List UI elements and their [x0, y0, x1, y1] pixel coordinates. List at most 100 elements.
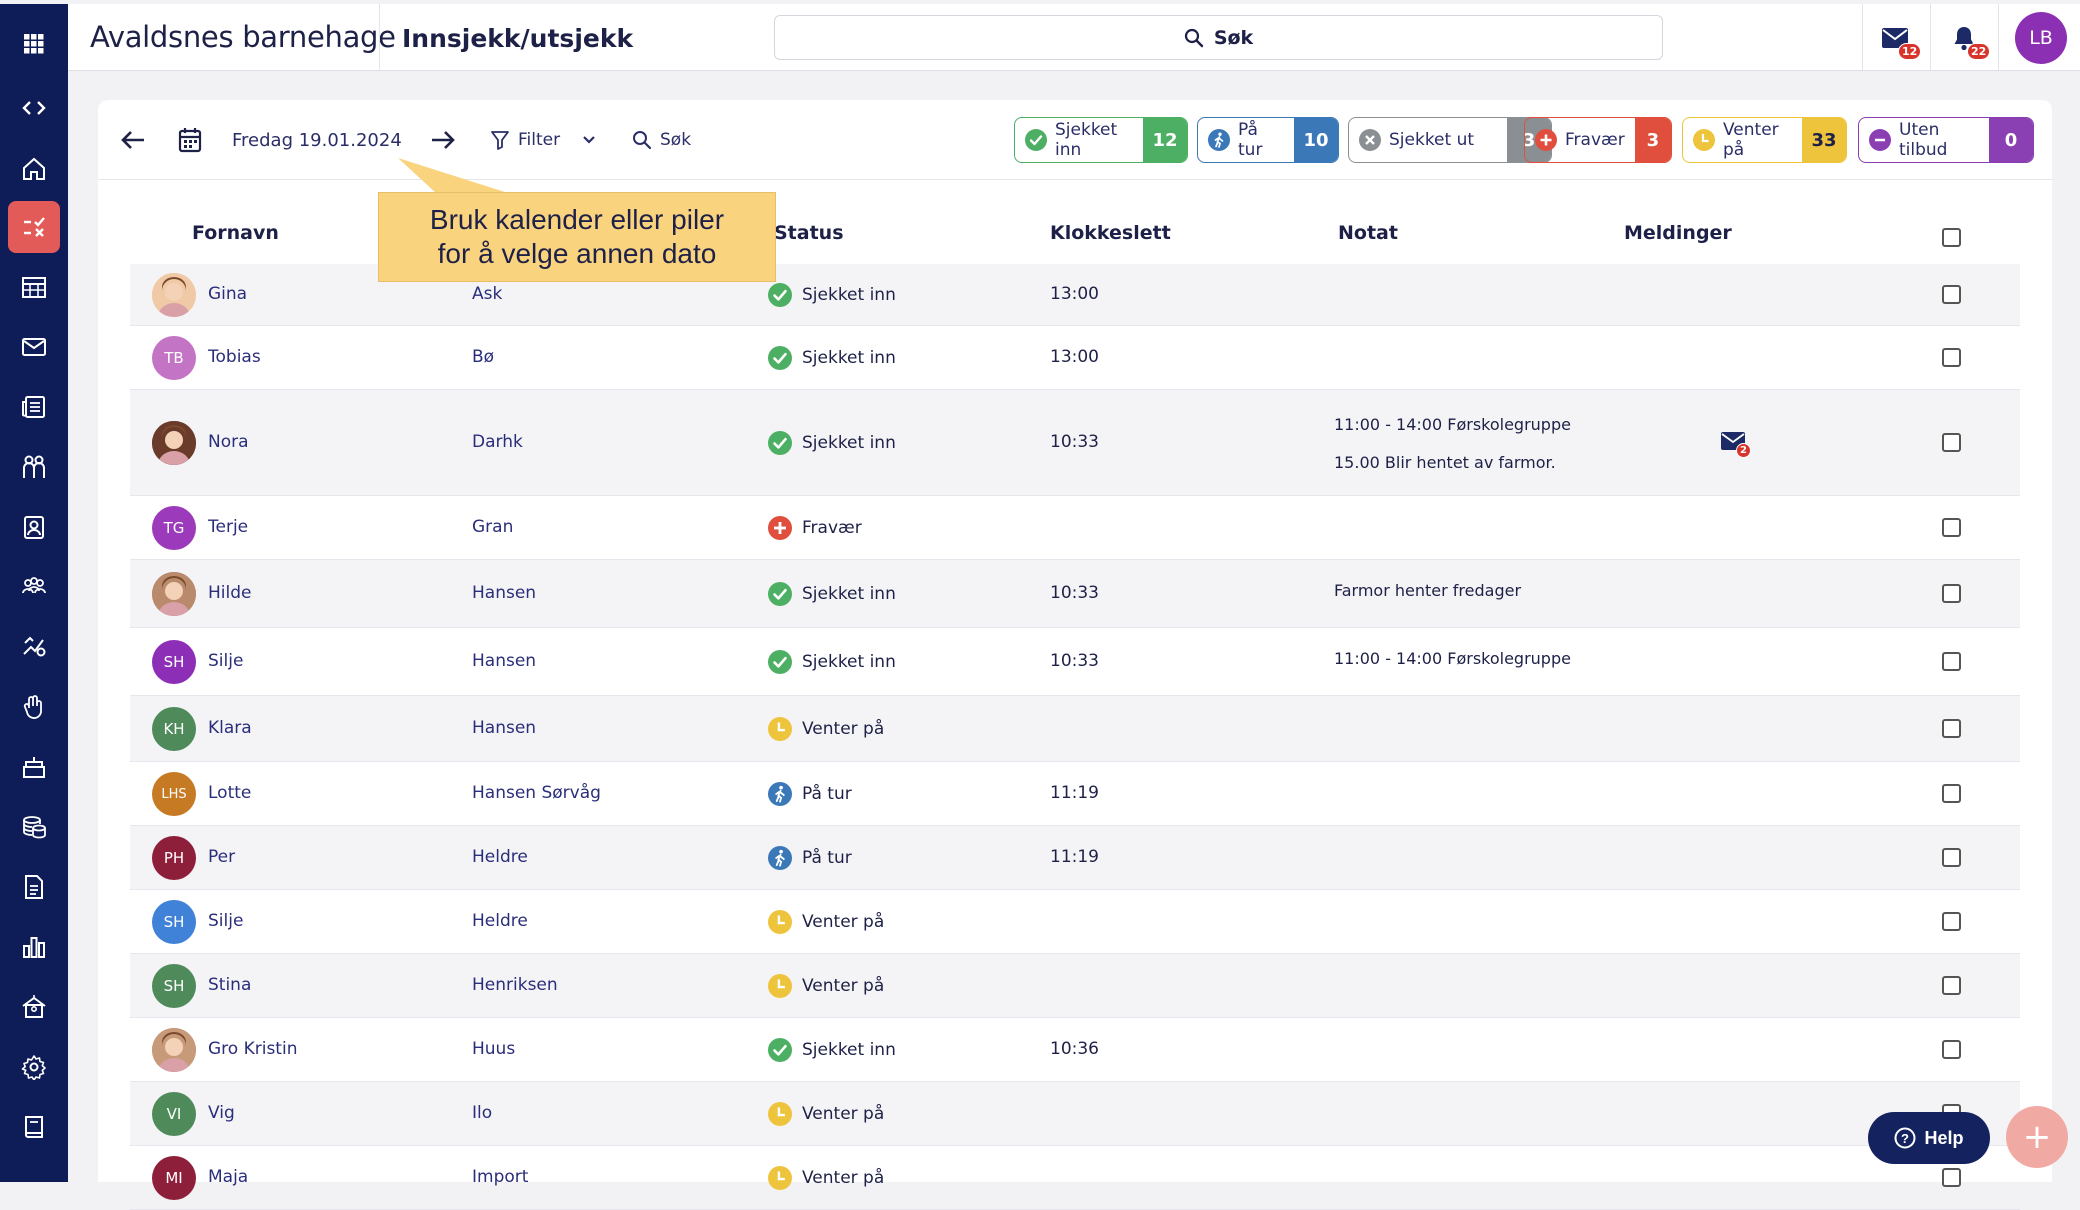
sidebar-item-activities[interactable]	[8, 621, 60, 673]
row-checkbox[interactable]	[1942, 652, 1961, 671]
status-cell[interactable]: Venter på	[768, 717, 884, 741]
last-name[interactable]: Heldre	[472, 847, 528, 867]
sidebar-item-calendar-grid[interactable]	[8, 261, 60, 313]
status-cell[interactable]: På tur	[768, 782, 852, 806]
last-name[interactable]: Huus	[472, 1039, 515, 1059]
sidebar-item-news[interactable]	[8, 381, 60, 433]
calendar-button[interactable]	[178, 120, 202, 160]
help-button[interactable]: ? Help	[1868, 1112, 1990, 1164]
row-checkbox[interactable]	[1942, 848, 1961, 867]
status-cell[interactable]: Sjekket inn	[768, 346, 896, 370]
last-name[interactable]: Henriksen	[472, 975, 558, 995]
first-name[interactable]: Vig	[208, 1103, 235, 1123]
table-row[interactable]: Hilde Hansen Sjekket inn 10:33 Farmor henter…	[130, 560, 2020, 628]
sidebar-item-contacts[interactable]	[8, 501, 60, 553]
header-note[interactable]: Notat	[1338, 222, 1398, 244]
sidebar-item-groups[interactable]	[8, 561, 60, 613]
sidebar-item-kindergarten[interactable]	[8, 981, 60, 1033]
row-checkbox[interactable]	[1942, 1168, 1961, 1187]
previous-day-button[interactable]	[120, 120, 146, 160]
status-filter-clock[interactable]: Venter på 33	[1682, 117, 1847, 163]
table-search-button[interactable]: Søk	[632, 120, 691, 160]
sidebar-item-children[interactable]	[8, 441, 60, 493]
filter-button[interactable]: Filter	[490, 120, 596, 160]
first-name[interactable]: Hilde	[208, 583, 251, 603]
next-day-button[interactable]	[430, 120, 456, 160]
global-search-input[interactable]: Søk	[774, 15, 1663, 60]
status-cell[interactable]: Sjekket inn	[768, 582, 896, 606]
sidebar-item-apps[interactable]	[8, 18, 60, 70]
first-name[interactable]: Per	[208, 847, 235, 867]
add-button[interactable]: +	[2006, 1106, 2068, 1168]
sidebar-item-home[interactable]	[8, 143, 60, 195]
table-row[interactable]: PH Per Heldre På tur 11:19	[130, 826, 2020, 890]
status-cell[interactable]: Venter på	[768, 910, 884, 934]
sidebar-item-expand-collapse[interactable]	[8, 82, 60, 134]
table-row[interactable]: SH Silje Hansen Sjekket inn 10:33 11:00 - 14:…	[130, 628, 2020, 696]
sidebar-item-finance[interactable]	[8, 801, 60, 853]
table-row[interactable]: SH Stina Henriksen Venter på	[130, 954, 2020, 1018]
status-filter-walking[interactable]: På tur 10	[1197, 117, 1339, 163]
first-name[interactable]: Terje	[208, 517, 248, 537]
table-row[interactable]: TG Terje Gran Fravær	[130, 496, 2020, 560]
last-name[interactable]: Heldre	[472, 911, 528, 931]
sidebar-item-hand[interactable]	[8, 681, 60, 733]
sidebar-item-reports[interactable]	[8, 921, 60, 973]
status-filter-x-circle[interactable]: Sjekket ut 3	[1348, 117, 1552, 163]
status-cell[interactable]: Sjekket inn	[768, 431, 896, 455]
status-cell[interactable]: Sjekket inn	[768, 283, 896, 307]
table-row[interactable]: Gro Kristin Huus Sjekket inn 10:36	[130, 1018, 2020, 1082]
first-name[interactable]: Klara	[208, 718, 252, 738]
row-checkbox[interactable]	[1942, 285, 1961, 304]
row-checkbox[interactable]	[1942, 348, 1961, 367]
last-name[interactable]: Bø	[472, 347, 494, 367]
last-name[interactable]: Gran	[472, 517, 513, 537]
sidebar-item-birthday[interactable]	[8, 741, 60, 793]
status-cell[interactable]: Venter på	[768, 1102, 884, 1126]
table-row[interactable]: MI Maja Import Venter på	[130, 1146, 2020, 1210]
last-name[interactable]: Hansen	[472, 651, 536, 671]
date-display[interactable]: Fredag 19.01.2024	[232, 120, 402, 160]
last-name[interactable]: Hansen	[472, 583, 536, 603]
first-name[interactable]: Maja	[208, 1167, 248, 1187]
status-filter-plus-circle[interactable]: Fravær 3	[1524, 117, 1672, 163]
last-name[interactable]: Darhk	[472, 432, 523, 452]
status-filter-minus-circle[interactable]: Uten tilbud 0	[1858, 117, 2034, 163]
row-checkbox[interactable]	[1942, 719, 1961, 738]
first-name[interactable]: Nora	[208, 432, 249, 452]
header-first-name[interactable]: Fornavn	[192, 222, 279, 244]
sidebar-item-mail[interactable]	[8, 321, 60, 373]
status-cell[interactable]: Sjekket inn	[768, 1038, 896, 1062]
table-row[interactable]: SH Silje Heldre Venter på	[130, 890, 2020, 954]
table-row[interactable]: KH Klara Hansen Venter på	[130, 696, 2020, 762]
first-name[interactable]: Lotte	[208, 783, 251, 803]
last-name[interactable]: Hansen	[472, 718, 536, 738]
first-name[interactable]: Gina	[208, 284, 247, 304]
sidebar-item-checkin[interactable]	[8, 201, 60, 253]
last-name[interactable]: Ilo	[472, 1103, 492, 1123]
last-name[interactable]: Ask	[472, 284, 502, 304]
table-row[interactable]: TB Tobias Bø Sjekket inn 13:00	[130, 326, 2020, 390]
user-avatar[interactable]: LB	[2015, 12, 2067, 64]
row-checkbox[interactable]	[1942, 518, 1961, 537]
message-indicator[interactable]: 2	[1720, 431, 1751, 458]
first-name[interactable]: Silje	[208, 651, 243, 671]
table-row[interactable]: VI Vig Ilo Venter på	[130, 1082, 2020, 1146]
status-cell[interactable]: Fravær	[768, 516, 862, 540]
row-checkbox[interactable]	[1942, 912, 1961, 931]
select-all-checkbox[interactable]	[1942, 228, 1961, 247]
sidebar-item-documents[interactable]	[8, 861, 60, 913]
notifications-button[interactable]: 22	[1933, 4, 1995, 71]
last-name[interactable]: Import	[472, 1167, 528, 1187]
header-status[interactable]: Status	[774, 222, 844, 244]
last-name[interactable]: Hansen Sørvåg	[472, 783, 601, 803]
row-checkbox[interactable]	[1942, 433, 1961, 452]
status-cell[interactable]: På tur	[768, 846, 852, 870]
first-name[interactable]: Gro Kristin	[208, 1039, 297, 1059]
table-row[interactable]: Nora Darhk Sjekket inn 10:33 11:00 - 14:00 F…	[130, 390, 2020, 496]
table-row[interactable]: LHS Lotte Hansen Sørvåg På tur 11:19	[130, 762, 2020, 826]
status-cell[interactable]: Venter på	[768, 1166, 884, 1190]
header-messages[interactable]: Meldinger	[1624, 222, 1732, 244]
sidebar-item-settings[interactable]	[8, 1041, 60, 1093]
first-name[interactable]: Silje	[208, 911, 243, 931]
